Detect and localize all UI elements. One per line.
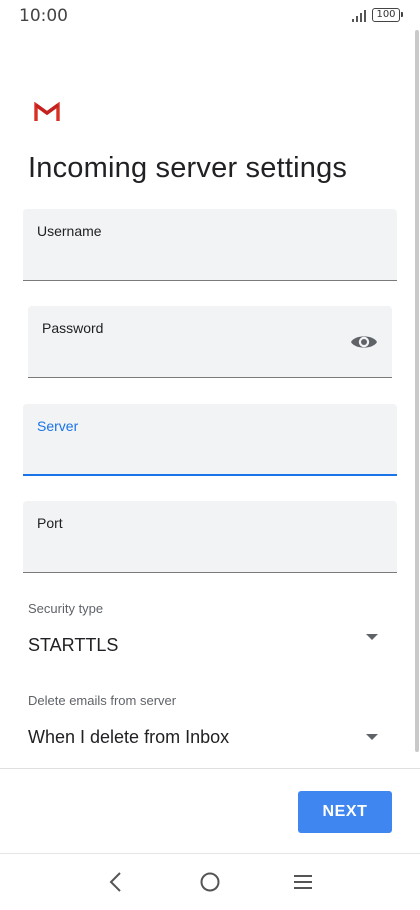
password-input[interactable] [42, 344, 342, 368]
next-button[interactable]: NEXT [298, 791, 392, 833]
password-field[interactable]: Password [28, 306, 392, 378]
battery-level: 100 [376, 9, 396, 20]
status-time: 10:00 [19, 6, 68, 26]
page-title: Incoming server settings [28, 152, 348, 184]
navigation-bar [0, 853, 420, 910]
username-field[interactable]: Username [23, 209, 397, 281]
eye-icon[interactable] [350, 330, 378, 354]
username-input[interactable] [37, 247, 337, 271]
signal-icon [352, 10, 368, 22]
username-label: Username [37, 223, 102, 239]
server-field[interactable]: Server [23, 404, 397, 476]
security-type-value[interactable]: STARTTLS [28, 635, 118, 656]
scrollbar[interactable] [415, 30, 419, 752]
chevron-down-icon[interactable] [366, 734, 378, 740]
port-input[interactable] [37, 539, 337, 563]
chevron-down-icon[interactable] [366, 634, 378, 640]
delete-emails-label: Delete emails from server [28, 693, 177, 708]
menu-icon[interactable] [291, 870, 315, 894]
port-field[interactable]: Port [23, 501, 397, 573]
server-input[interactable] [37, 442, 337, 466]
back-icon[interactable] [104, 870, 128, 894]
battery-icon: 100 [372, 8, 403, 22]
delete-emails-value[interactable]: When I delete from Inbox [28, 727, 229, 748]
footer-divider [0, 768, 420, 769]
gmail-icon [34, 102, 60, 121]
port-label: Port [37, 515, 63, 531]
server-label: Server [37, 418, 79, 434]
password-label: Password [42, 320, 104, 336]
home-icon[interactable] [198, 870, 222, 894]
status-bar: 10:00 100 [0, 0, 420, 32]
security-type-label: Security type [28, 601, 104, 616]
